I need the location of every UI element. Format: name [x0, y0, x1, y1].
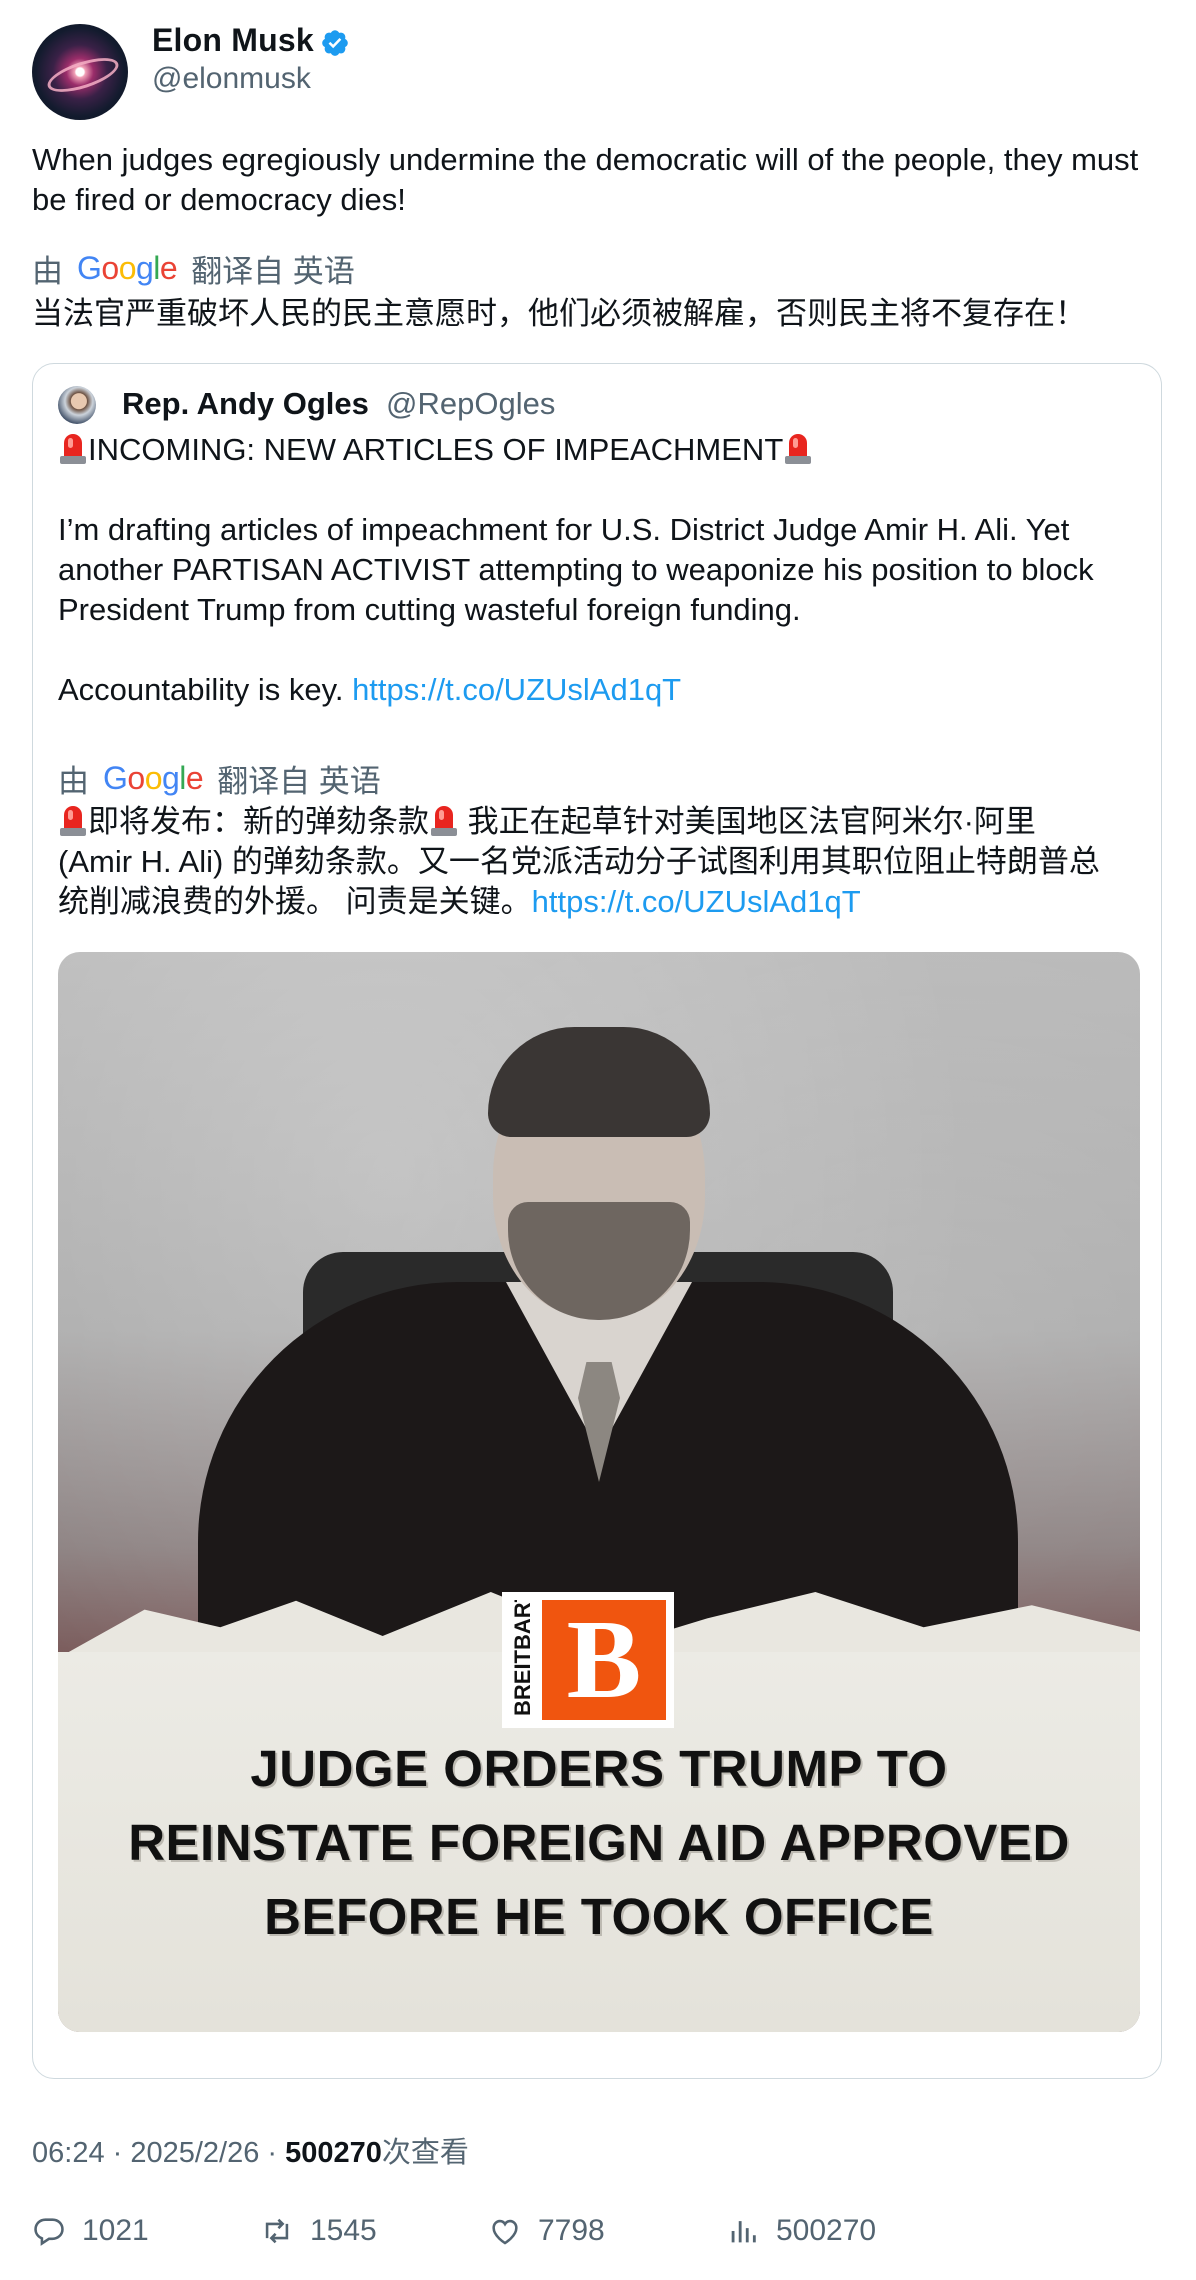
author-handle[interactable]: @elonmusk: [152, 62, 311, 96]
quoted-translation: 即将发布：新的弹劾条款 我正在起草针对美国地区法官阿米尔·阿里 (Amir H.…: [58, 802, 1148, 922]
image-headline: JUDGE ORDERS TRUMP TO REINSTATE FOREIGN …: [58, 1732, 1140, 1954]
like-button[interactable]: 7798: [488, 2214, 605, 2248]
verified-badge-icon: [322, 30, 348, 56]
views-action-count: 500270: [776, 2214, 877, 2247]
quoted-tweet-image[interactable]: BREITBART B JUDGE ORDERS TRUMP TO REINST…: [58, 952, 1140, 2032]
google-logo: Google: [103, 759, 204, 796]
quoted-translation-line1b: 我正在起草针对美国地区法官阿米尔·阿里: [459, 804, 1036, 839]
tweet-translation: 当法官严重破坏人民的民主意愿时，他们必须被解雇，否则民主将不复存在！: [32, 296, 1086, 331]
quoted-translation-attribution: 由 Google 翻译自 英语: [58, 758, 381, 799]
quoted-translation-link[interactable]: https://t.co/UZUslAd1qT: [532, 884, 861, 919]
siren-icon: [58, 432, 88, 466]
quoted-author-handle[interactable]: @RepOgles: [386, 386, 555, 422]
like-count: 7798: [538, 2214, 605, 2247]
quoted-translation-line3: 统削减浪费的外援。 问责是关键。: [58, 884, 532, 919]
quoted-accountability: Accountability is key.: [58, 672, 344, 707]
retweet-count: 1545: [310, 2214, 377, 2247]
view-count-suffix: 次查看: [381, 2137, 469, 2169]
image-headline-line1: JUDGE ORDERS TRUMP TO: [250, 1740, 948, 1797]
quoted-translation-line2: (Amir H. Ali) 的弹劾条款。又一名党派活动分子试图利用其职位阻止特朗…: [58, 844, 1100, 879]
quoted-author-name[interactable]: Rep. Andy Ogles: [122, 386, 369, 422]
analytics-icon: [731, 2221, 756, 2243]
translation-suffix: 翻译自 英语: [217, 763, 381, 799]
tweet-meta: 06:24 · 2025/2/26 · 500270次查看: [32, 2129, 469, 2171]
view-count: 500270: [285, 2137, 382, 2169]
action-bar: 1021 1545 7798 500270: [32, 2214, 1162, 2254]
quoted-author-avatar[interactable]: [58, 386, 96, 424]
quoted-link[interactable]: https://t.co/UZUslAd1qT: [352, 672, 681, 707]
reply-icon: [34, 2218, 64, 2246]
tweet-timestamp[interactable]: 06:24 · 2025/2/26 ·: [32, 2137, 285, 2169]
quoted-paragraph: I’m drafting articles of impeachment for…: [58, 512, 1094, 627]
translation-prefix: 由: [58, 763, 89, 799]
quoted-headline-line: INCOMING: NEW ARTICLES OF IMPEACHMENT: [58, 430, 1138, 470]
breitbart-wordmark: BREITBART: [510, 1600, 535, 1716]
views-button[interactable]: 500270: [726, 2214, 876, 2248]
quoted-accountability-line: Accountability is key. https://t.co/UZUs…: [58, 670, 1138, 710]
translation-suffix: 翻译自 英语: [191, 253, 355, 289]
translation-prefix: 由: [32, 253, 63, 289]
siren-icon: [58, 804, 88, 838]
author-name[interactable]: Elon Musk: [152, 22, 314, 59]
image-headline-line3: BEFORE HE TOOK OFFICE: [264, 1888, 934, 1945]
siren-icon: [783, 432, 813, 466]
retweet-button[interactable]: 1545: [260, 2214, 377, 2248]
image-headline-line2: REINSTATE FOREIGN AID APPROVED: [128, 1814, 1070, 1871]
svg-text:BREITBART: BREITBART: [510, 1600, 535, 1716]
siren-icon: [429, 804, 459, 838]
quoted-tweet-text: INCOMING: NEW ARTICLES OF IMPEACHMENT I’…: [58, 430, 1138, 710]
quoted-headline: INCOMING: NEW ARTICLES OF IMPEACHMENT: [88, 432, 784, 467]
retweet-icon: [265, 2218, 289, 2244]
author-avatar[interactable]: [32, 24, 128, 120]
tweet-text: When judges egregiously undermine the de…: [32, 142, 1139, 217]
reply-count: 1021: [82, 2214, 149, 2247]
heart-icon: [492, 2219, 518, 2245]
reply-button[interactable]: 1021: [32, 2214, 149, 2248]
google-logo: Google: [77, 249, 178, 286]
quoted-translation-line1a: 即将发布：新的弹劾条款: [88, 804, 429, 839]
translation-attribution: 由 Google 翻译自 英语: [32, 248, 355, 289]
breitbart-b-mark: B: [542, 1600, 666, 1720]
